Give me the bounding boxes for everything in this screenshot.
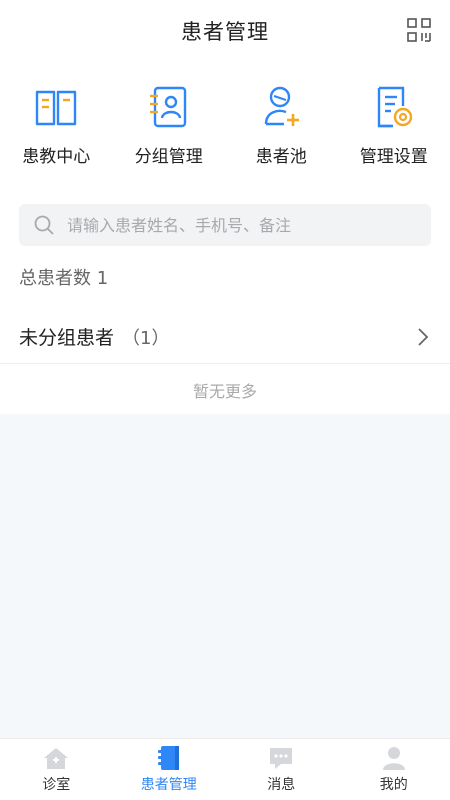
header: 患者管理 <box>0 0 450 62</box>
tab-label: 诊室 <box>42 777 71 793</box>
tab-clinic[interactable]: 诊室 <box>0 739 113 800</box>
shortcut-group-management[interactable]: 分组管理 <box>113 82 226 172</box>
group-row-ungrouped[interactable]: 未分组患者 （1） <box>0 310 450 364</box>
tab-patient-management[interactable]: 患者管理 <box>113 739 226 800</box>
bottom-tab-bar: 诊室 患者管理 消息 我的 <box>0 738 450 800</box>
tab-profile[interactable]: 我的 <box>338 739 450 800</box>
tab-label: 我的 <box>379 777 408 793</box>
contact-book-icon <box>146 82 192 132</box>
search-bar[interactable] <box>19 204 431 246</box>
shortcut-label: 患教中心 <box>22 147 91 167</box>
top-section: 患者管理 患教中心 分组管理 患者池 管理设置 请输入患者姓名、手机号、备注 总… <box>0 0 450 414</box>
add-user-icon <box>258 82 304 132</box>
doc-settings-icon <box>371 82 417 132</box>
tab-messages[interactable]: 消息 <box>225 739 338 800</box>
group-count: （1） <box>122 327 170 349</box>
page-title: 患者管理 <box>181 20 269 44</box>
shortcut-label: 管理设置 <box>359 147 428 167</box>
search-input[interactable] <box>67 215 397 235</box>
shortcut-grid: 患教中心 分组管理 患者池 管理设置 <box>0 82 450 172</box>
book-icon <box>33 82 79 132</box>
search-icon <box>33 214 55 236</box>
home-icon <box>42 745 70 771</box>
shortcut-label: 患者池 <box>255 147 307 167</box>
qr-scan-icon[interactable] <box>406 17 432 43</box>
shortcut-patient-education[interactable]: 患教中心 <box>0 82 113 172</box>
tab-label: 消息 <box>267 777 296 793</box>
total-patients: 总患者数 1 <box>19 268 109 289</box>
shortcut-management-settings[interactable]: 管理设置 <box>338 82 450 172</box>
shortcut-patient-pool[interactable]: 患者池 <box>225 82 338 172</box>
shortcut-label: 分组管理 <box>134 147 203 167</box>
patient-book-icon <box>155 745 183 771</box>
list-end-text: 暂无更多 <box>192 382 257 401</box>
user-icon <box>380 745 408 771</box>
tab-label: 患者管理 <box>140 777 197 793</box>
group-name: 未分组患者 <box>19 327 115 349</box>
message-icon <box>267 745 295 771</box>
chevron-right-icon <box>416 326 430 348</box>
